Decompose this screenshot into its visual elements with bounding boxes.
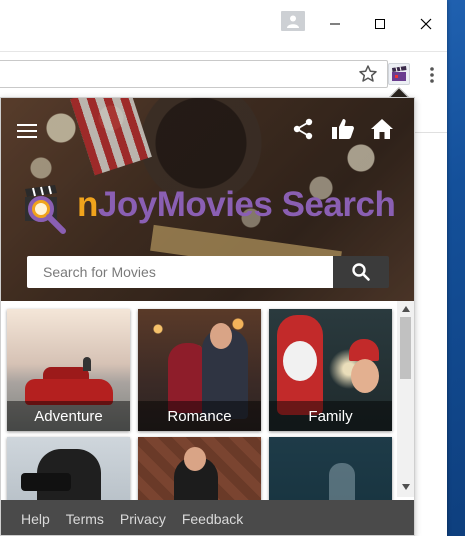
extension-button[interactable] xyxy=(388,63,410,85)
share-icon[interactable] xyxy=(292,118,314,140)
popup-footer: Help Terms Privacy Feedback xyxy=(1,500,414,535)
maximize-icon xyxy=(375,19,385,29)
page-divider xyxy=(415,132,447,133)
santa-beard-image xyxy=(283,341,317,381)
close-button[interactable] xyxy=(414,12,438,36)
logo-letter: n xyxy=(77,185,98,224)
profile-button[interactable] xyxy=(281,11,305,31)
close-icon xyxy=(420,18,432,30)
weapon-image xyxy=(21,473,71,491)
scroll-down-button[interactable] xyxy=(397,481,414,493)
category-tile-adventure[interactable]: Adventure xyxy=(7,309,130,431)
browser-toolbar xyxy=(0,52,447,96)
more-vertical-icon xyxy=(430,67,434,83)
child-hat-image xyxy=(349,339,379,361)
category-tile-family[interactable]: Family xyxy=(269,309,392,431)
search-input[interactable] xyxy=(27,256,333,288)
category-label: Adventure xyxy=(7,401,130,431)
search-icon xyxy=(352,263,370,281)
category-label: Family xyxy=(269,401,392,431)
brand-logo-text: nJoyMovies Search xyxy=(77,185,396,225)
footer-link-feedback[interactable]: Feedback xyxy=(182,511,243,527)
footer-link-terms[interactable]: Terms xyxy=(66,511,104,527)
minimize-icon xyxy=(330,23,340,25)
extension-popup: nJoyMovies Search Adventure Romance xyxy=(0,97,415,536)
maximize-button[interactable] xyxy=(368,12,392,36)
logo-name: JoyMovies Search xyxy=(97,185,396,224)
star-icon xyxy=(359,65,377,82)
scroll-up-button[interactable] xyxy=(397,303,414,315)
scrollbar-thumb[interactable] xyxy=(400,317,411,379)
title-bar xyxy=(0,0,447,52)
hero-banner: nJoyMovies Search xyxy=(1,98,414,301)
search-box xyxy=(27,256,333,288)
thumbs-up-icon[interactable] xyxy=(331,117,355,141)
hamburger-menu-icon[interactable] xyxy=(17,124,37,138)
footer-link-help[interactable]: Help xyxy=(21,511,50,527)
bookmark-star-icon[interactable] xyxy=(358,64,378,84)
category-tile-romance[interactable]: Romance xyxy=(138,309,261,431)
user-icon xyxy=(287,15,299,28)
category-scrollbar[interactable] xyxy=(397,301,414,497)
child-figure-image xyxy=(83,357,91,371)
magnifier-clapper-logo-icon xyxy=(19,183,73,237)
footer-link-privacy[interactable]: Privacy xyxy=(120,511,166,527)
home-icon[interactable] xyxy=(370,118,394,140)
category-label: Romance xyxy=(138,401,261,431)
browser-menu-button[interactable] xyxy=(425,65,439,85)
address-bar[interactable] xyxy=(0,60,388,88)
minimize-button[interactable] xyxy=(323,12,347,36)
face-image xyxy=(184,447,206,471)
search-button[interactable] xyxy=(333,256,389,288)
child-face-image xyxy=(351,359,379,393)
chevron-down-icon xyxy=(401,484,410,490)
face-image xyxy=(210,323,232,349)
chevron-up-icon xyxy=(401,306,410,312)
clapperboard-icon xyxy=(392,66,407,81)
